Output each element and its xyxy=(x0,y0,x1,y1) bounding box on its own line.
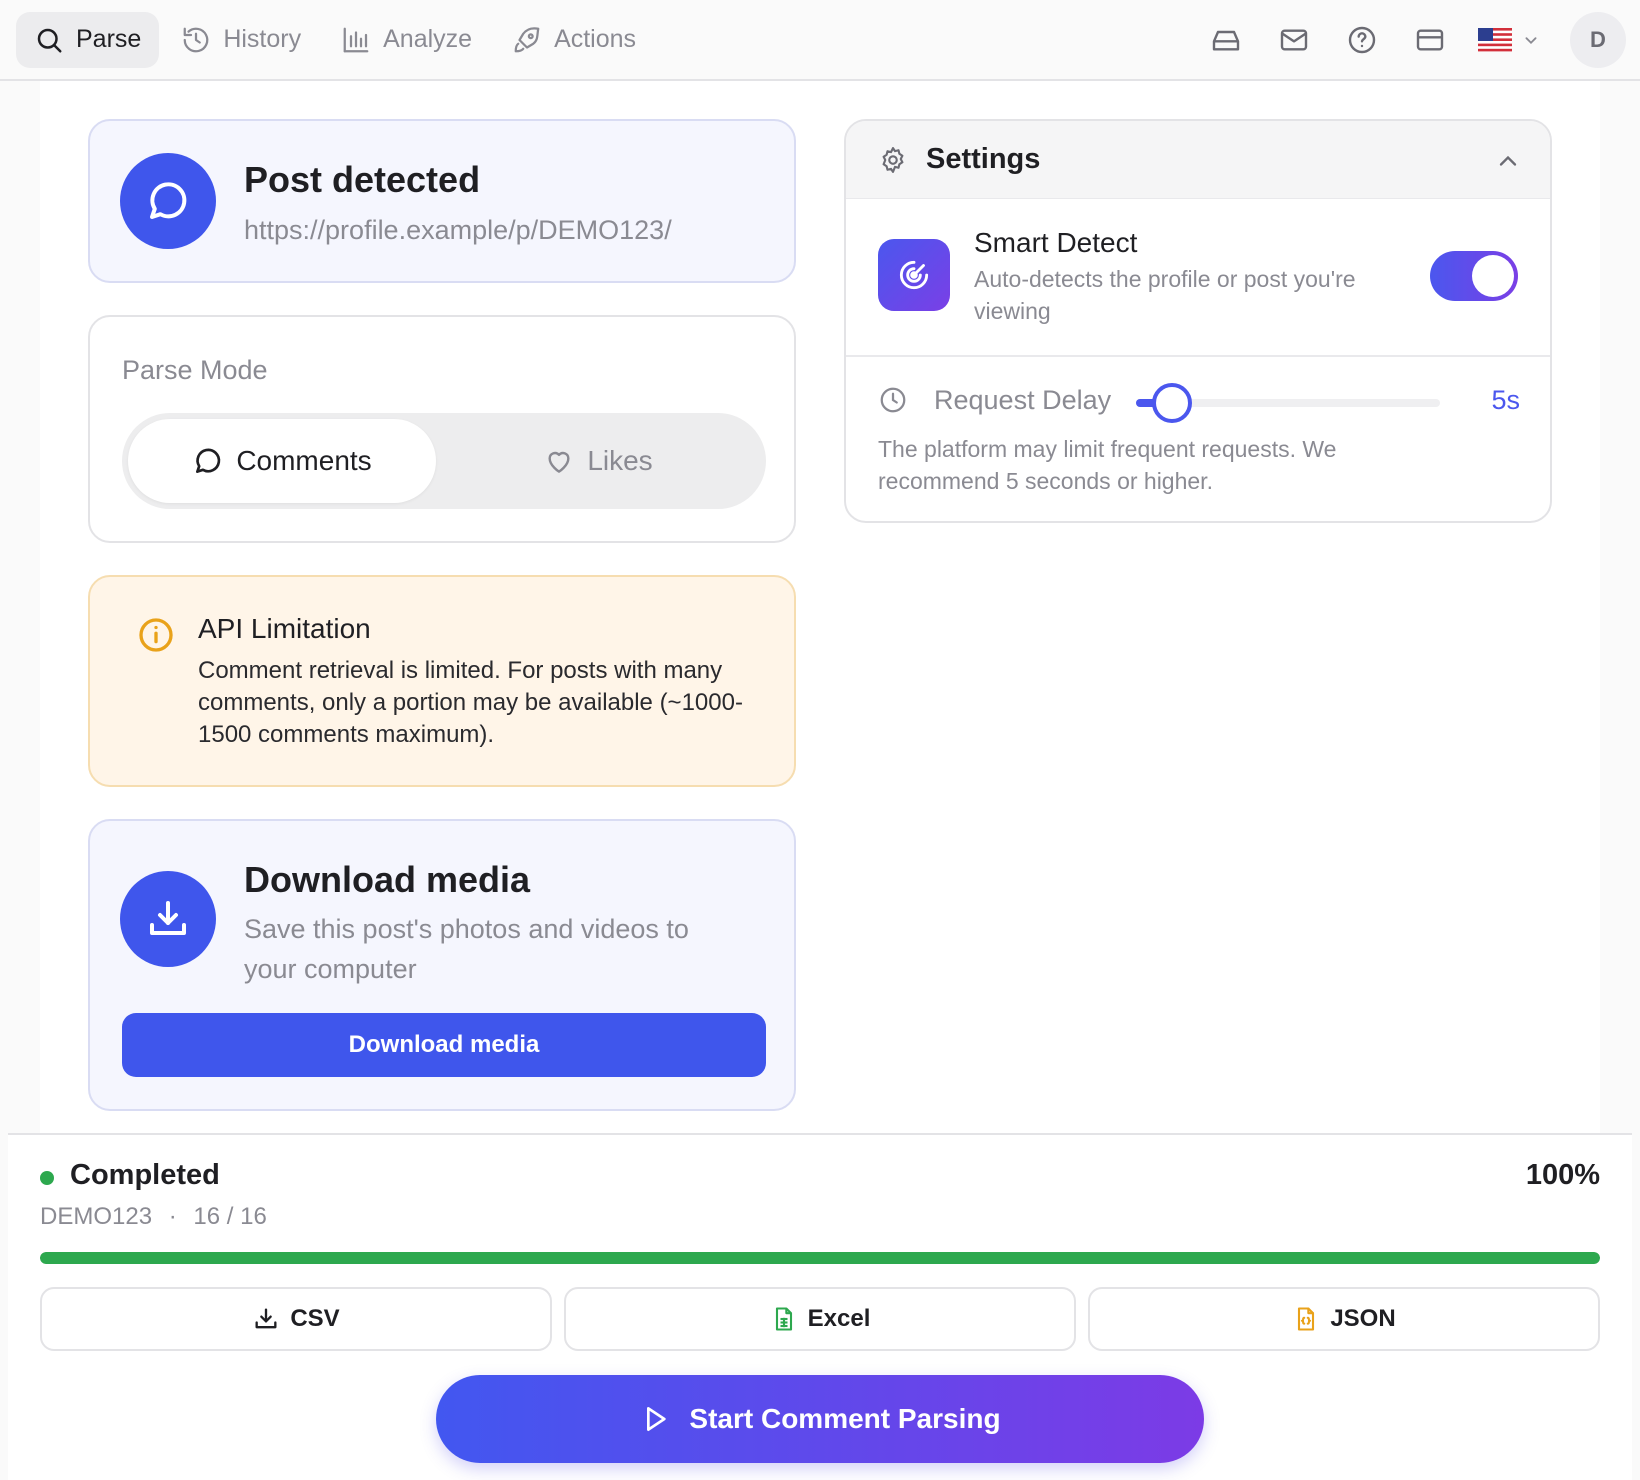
progress-fill xyxy=(40,1252,1600,1264)
parse-mode-segmented-control: Comments Likes xyxy=(122,413,766,509)
separator: · xyxy=(168,1203,177,1230)
mail-button[interactable] xyxy=(1274,20,1314,60)
inbox-button[interactable] xyxy=(1206,20,1246,60)
export-csv-button[interactable]: CSV xyxy=(40,1287,552,1351)
settings-title: Settings xyxy=(926,143,1041,175)
tab-parse[interactable]: Parse xyxy=(16,11,160,68)
parse-mode-card: Parse Mode Comments Likes xyxy=(88,315,796,543)
smart-detect-description: Auto-detects the profile or post you're … xyxy=(974,266,1356,324)
download-title: Download media xyxy=(244,859,531,900)
info-icon xyxy=(139,618,173,652)
tab-label: History xyxy=(223,25,302,53)
post-url: https://profile.example/p/DEMO123/ xyxy=(244,215,672,245)
credit-card-icon xyxy=(1416,29,1444,51)
mode-likes-label: Likes xyxy=(587,445,653,476)
message-circle-icon xyxy=(196,448,221,473)
status-footer: Completed 100% DEMO123 · 16 / 16 CSV Exc… xyxy=(8,1133,1632,1480)
smart-detect-toggle[interactable] xyxy=(1430,251,1518,301)
download-subtitle: Save this post's photos and videos to yo… xyxy=(244,914,689,984)
settings-panel: Settings Smart Detect Auto-detects the p… xyxy=(844,119,1552,523)
tab-label: Actions xyxy=(554,25,637,53)
item-count: 16 / 16 xyxy=(193,1203,267,1230)
status-label: Completed xyxy=(70,1159,220,1191)
request-delay-label: Request Delay xyxy=(934,385,1112,415)
clock-icon xyxy=(880,387,906,413)
toggle-knob xyxy=(1472,255,1514,297)
download-media-button[interactable]: Download media xyxy=(122,1013,766,1077)
post-icon-badge xyxy=(120,153,216,249)
message-circle-icon xyxy=(150,182,187,219)
smart-detect-title: Smart Detect xyxy=(974,227,1138,258)
status-details: DEMO123 · 16 / 16 xyxy=(40,1203,267,1231)
nav-right-group: D xyxy=(1206,0,1640,80)
alert-text: Comment retrieval is limited. For posts … xyxy=(198,657,743,748)
radar-icon xyxy=(899,260,929,290)
search-icon xyxy=(37,28,62,52)
bar-chart-icon xyxy=(343,27,369,52)
avatar[interactable]: D xyxy=(1570,12,1626,68)
help-circle-icon xyxy=(1348,26,1376,54)
download-media-card: Download media Save this post's photos a… xyxy=(88,819,796,1111)
start-parsing-label: Start Comment Parsing xyxy=(689,1403,1001,1434)
post-title: Post detected xyxy=(244,159,481,200)
language-selector[interactable] xyxy=(1478,28,1542,52)
tab-actions[interactable]: Actions xyxy=(494,12,654,68)
mode-comments-button[interactable]: Comments xyxy=(128,419,436,503)
spreadsheet-file-icon xyxy=(775,1307,792,1331)
settings-header[interactable]: Settings xyxy=(846,121,1550,199)
json-file-icon xyxy=(1298,1307,1315,1331)
export-excel-button[interactable]: Excel xyxy=(564,1287,1076,1351)
request-delay-slider[interactable] xyxy=(1136,383,1440,423)
us-flag-icon xyxy=(1478,28,1512,52)
gear-icon xyxy=(882,147,904,173)
export-excel-label: Excel xyxy=(807,1305,871,1332)
inbox-tray-icon xyxy=(1212,30,1240,51)
status-dot xyxy=(40,1171,54,1185)
mail-icon xyxy=(1280,29,1308,51)
play-icon xyxy=(647,1407,667,1431)
top-nav: Parse History Analyze Actions D xyxy=(0,0,1640,81)
chevron-up-icon[interactable] xyxy=(1494,147,1522,175)
smart-detect-badge xyxy=(878,239,950,311)
api-limitation-alert: API Limitation Comment retrieval is limi… xyxy=(88,575,796,787)
request-delay-note: The platform may limit frequent requests… xyxy=(878,436,1337,494)
tab-label: Analyze xyxy=(383,25,473,53)
status-percent: 100% xyxy=(1525,1159,1600,1191)
alert-title: API Limitation xyxy=(198,613,371,644)
progress-bar xyxy=(40,1252,1600,1264)
start-parsing-button[interactable]: Start Comment Parsing xyxy=(436,1375,1204,1463)
export-json-label: JSON xyxy=(1330,1305,1396,1332)
heart-icon xyxy=(548,451,570,473)
mode-comments-label: Comments xyxy=(236,445,372,476)
download-icon-badge xyxy=(120,871,216,967)
export-csv-label: CSV xyxy=(290,1305,340,1332)
billing-button[interactable] xyxy=(1410,20,1450,60)
main-content: Post detected https://profile.example/p/… xyxy=(40,81,1600,1133)
download-icon xyxy=(255,1308,277,1329)
export-json-button[interactable]: JSON xyxy=(1088,1287,1600,1351)
request-delay-value: 5s xyxy=(1491,385,1520,415)
post-detected-card: Post detected https://profile.example/p/… xyxy=(88,119,796,283)
history-icon xyxy=(183,27,209,52)
settings-divider xyxy=(846,355,1550,357)
slider-thumb[interactable] xyxy=(1152,383,1192,423)
mode-likes-button[interactable]: Likes xyxy=(436,419,760,503)
tab-history[interactable]: History xyxy=(163,12,319,68)
help-button[interactable] xyxy=(1342,20,1382,60)
download-icon xyxy=(150,901,186,935)
tab-label: Parse xyxy=(76,25,142,53)
chevron-down-icon xyxy=(1525,37,1537,45)
rocket-icon xyxy=(514,26,540,52)
job-id: DEMO123 xyxy=(40,1203,153,1230)
tab-analyze[interactable]: Analyze xyxy=(323,12,490,68)
parse-mode-label: Parse Mode xyxy=(122,355,268,385)
